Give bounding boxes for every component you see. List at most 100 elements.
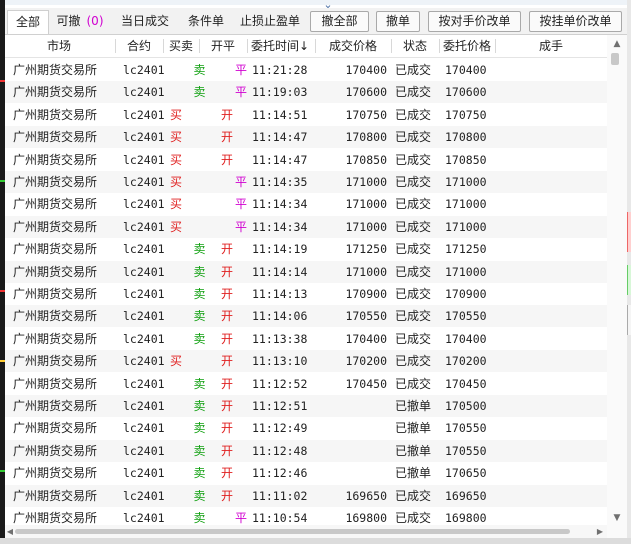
edge-panel-green xyxy=(627,265,631,295)
status-cell: 已撤单 xyxy=(395,443,432,458)
cancellable-count-badge: (0) xyxy=(86,14,104,28)
order-table: 市场 合约 买卖 开平 委托时间↓ 成交价格 状态 委托价格 成手 广州期货交易… xyxy=(5,35,607,525)
col-header-order-time[interactable]: 委托时间↓ xyxy=(247,35,313,57)
table-row[interactable]: 广州期货交易所 lc2401 买 平 11:14:34 171000 已成交 171000 xyxy=(5,215,607,238)
contract-cell: lc2401 xyxy=(123,197,165,212)
col-header-open-close[interactable]: 开平 xyxy=(199,35,247,57)
fill-price-cell: 171250 xyxy=(345,242,387,257)
col-header-status[interactable]: 状态 xyxy=(391,35,439,57)
table-row[interactable]: 广州期货交易所 lc2401 卖开 11:14:14 171000 已成交 171000 xyxy=(5,260,607,283)
order-time-cell: 11:14:47 xyxy=(252,130,308,145)
horizontal-scroll-thumb[interactable] xyxy=(15,529,570,534)
table-row[interactable]: 广州期货交易所 lc2401 买 开 11:14:51 170750 已成交 170750 xyxy=(5,103,607,126)
table-row[interactable]: 广州期货交易所 lc2401 卖开 11:14:19 171250 已成交 171250 xyxy=(5,238,607,261)
status-cell: 已成交 xyxy=(395,376,432,391)
contract-cell: lc2401 xyxy=(123,130,165,145)
order-time-cell: 11:14:47 xyxy=(252,152,308,167)
contract-cell: lc2401 xyxy=(123,175,165,189)
buy-sell-cell: 买 xyxy=(170,354,183,369)
market-cell: 广州期货交易所 xyxy=(13,331,98,346)
tab-today-filled-label: 当日成交 xyxy=(120,14,169,28)
table-row[interactable]: 广州期货交易所 lc2401 买 开 11:14:47 170850 已成交 170850 xyxy=(5,148,607,171)
col-header-contract[interactable]: 合约 xyxy=(115,35,163,57)
order-price-cell: 170900 xyxy=(445,287,487,301)
open-close-cell: 开 xyxy=(220,421,233,436)
table-row[interactable]: 广州期货交易所 lc2401 卖开 11:12:49 已撤单 170550 xyxy=(5,417,607,440)
table-row[interactable]: 广州期货交易所 lc2401 卖开 11:12:51 已撤单 170500 xyxy=(5,395,607,417)
order-time-cell: 11:14:34 xyxy=(252,219,308,234)
col-header-buy-sell[interactable]: 买卖 xyxy=(163,35,199,57)
buy-sell-cell: 买 xyxy=(170,107,183,122)
status-cell: 已成交 xyxy=(395,219,432,234)
contract-cell: lc2401 xyxy=(123,242,165,257)
cancel-all-button[interactable]: 撤全部 xyxy=(310,11,369,32)
fill-price-cell: 170600 xyxy=(345,85,387,100)
scroll-right-arrow-icon[interactable]: ▶ xyxy=(595,525,605,538)
fill-price-cell: 170400 xyxy=(345,63,387,77)
buy-sell-cell: 卖 xyxy=(193,242,206,257)
order-time-cell: 11:10:54 xyxy=(252,511,308,525)
table-row[interactable]: 广州期货交易所 lc2401 买 平 11:14:35 171000 已成交 171000 xyxy=(5,171,607,193)
col-header-market[interactable]: 市场 xyxy=(5,35,113,57)
col-header-order-price[interactable]: 委托价格 xyxy=(439,35,495,57)
modify-queue-price-button[interactable]: 按挂单价改单 xyxy=(529,11,622,32)
status-cell: 已成交 xyxy=(395,488,432,503)
scroll-left-arrow-icon[interactable]: ◀ xyxy=(5,525,15,538)
horizontal-scrollbar[interactable]: ◀ ▶ xyxy=(5,525,607,538)
buy-sell-cell: 买 xyxy=(170,219,183,234)
table-row[interactable]: 广州期货交易所 lc2401 卖 平 11:19:03 170600 已成交 170600 xyxy=(5,81,607,104)
tab-today-filled[interactable]: 当日成交 xyxy=(115,10,175,32)
table-row[interactable]: 广州期货交易所 lc2401 卖开 11:14:13 170900 已成交 170900 xyxy=(5,283,607,305)
contract-cell: lc2401 xyxy=(123,443,165,458)
table-row[interactable]: 广州期货交易所 lc2401 卖开 11:13:38 170400 已成交 170400 xyxy=(5,327,607,350)
col-header-filled-lots[interactable]: 成手 xyxy=(495,35,607,57)
buy-sell-cell: 买 xyxy=(170,175,183,189)
contract-cell: lc2401 xyxy=(123,511,165,525)
order-price-cell: 170200 xyxy=(445,354,487,369)
col-header-fill-price[interactable]: 成交价格 xyxy=(315,35,391,57)
table-row[interactable]: 广州期货交易所 lc2401 买 平 11:14:34 171000 已成交 171000 xyxy=(5,193,607,216)
scroll-down-arrow-icon[interactable]: ▼ xyxy=(607,511,627,525)
open-close-cell: 平 xyxy=(234,175,247,189)
order-time-cell: 11:19:03 xyxy=(252,85,308,100)
market-cell: 广州期货交易所 xyxy=(13,287,98,301)
contract-cell: lc2401 xyxy=(123,399,165,413)
table-row[interactable]: 广州期货交易所 lc2401 卖开 11:14:06 170550 已成交 170550 xyxy=(5,305,607,328)
scroll-up-arrow-icon[interactable]: ▲ xyxy=(607,37,627,51)
order-price-cell: 171000 xyxy=(445,197,487,212)
tab-all[interactable]: 全部 xyxy=(7,10,49,34)
tab-stop-orders[interactable]: 止损止盈单 xyxy=(235,10,305,32)
status-cell: 已成交 xyxy=(395,130,432,145)
edge-panel-gray xyxy=(627,305,631,335)
status-cell: 已撤单 xyxy=(395,466,432,481)
table-row[interactable]: 广州期货交易所 lc2401 卖开 11:12:46 已撤单 170650 xyxy=(5,462,607,485)
order-time-cell: 11:11:02 xyxy=(252,488,308,503)
contract-cell: lc2401 xyxy=(123,488,165,503)
order-time-cell: 11:14:14 xyxy=(252,264,308,279)
order-time-cell: 11:12:48 xyxy=(252,443,308,458)
vertical-scrollbar[interactable]: ▲ ▼ xyxy=(607,35,627,525)
table-row[interactable]: 广州期货交易所 lc2401 卖开 11:12:52 170450 已成交 170450 xyxy=(5,372,607,395)
fill-price-cell xyxy=(325,395,387,417)
table-row[interactable]: 广州期货交易所 lc2401 卖 平 11:10:54 169800 已成交 169800 xyxy=(5,507,607,525)
fill-price-cell: 170850 xyxy=(345,152,387,167)
tab-cancellable[interactable]: 可撤 (0) xyxy=(49,10,111,32)
table-row[interactable]: 广州期货交易所 lc2401 买 开 11:13:10 170200 已成交 170200 xyxy=(5,350,607,373)
order-price-cell: 170850 xyxy=(445,152,487,167)
fill-price-cell xyxy=(325,417,387,439)
table-row[interactable]: 广州期货交易所 lc2401 卖开 11:12:48 已撤单 170550 xyxy=(5,439,607,462)
vertical-scroll-thumb[interactable] xyxy=(611,53,619,65)
modify-opposite-price-button[interactable]: 按对手价改单 xyxy=(428,11,521,32)
cancel-order-button[interactable]: 撤单 xyxy=(376,11,420,32)
order-price-cell: 170500 xyxy=(445,399,487,413)
fill-price-cell: 171000 xyxy=(345,264,387,279)
tab-conditional-orders[interactable]: 条件单 xyxy=(181,10,231,32)
order-price-cell: 170800 xyxy=(445,130,487,145)
open-close-cell: 开 xyxy=(220,242,233,257)
market-cell: 广州期货交易所 xyxy=(13,152,98,167)
order-price-cell: 170650 xyxy=(445,466,487,481)
table-row[interactable]: 广州期货交易所 lc2401 买 开 11:14:47 170800 已成交 170800 xyxy=(5,126,607,149)
table-row[interactable]: 广州期货交易所 lc2401 卖 平 11:21:28 170400 已成交 170400 xyxy=(5,59,607,81)
table-row[interactable]: 广州期货交易所 lc2401 卖开 11:11:02 169650 已成交 169650 xyxy=(5,484,607,507)
status-cell: 已成交 xyxy=(395,63,432,77)
